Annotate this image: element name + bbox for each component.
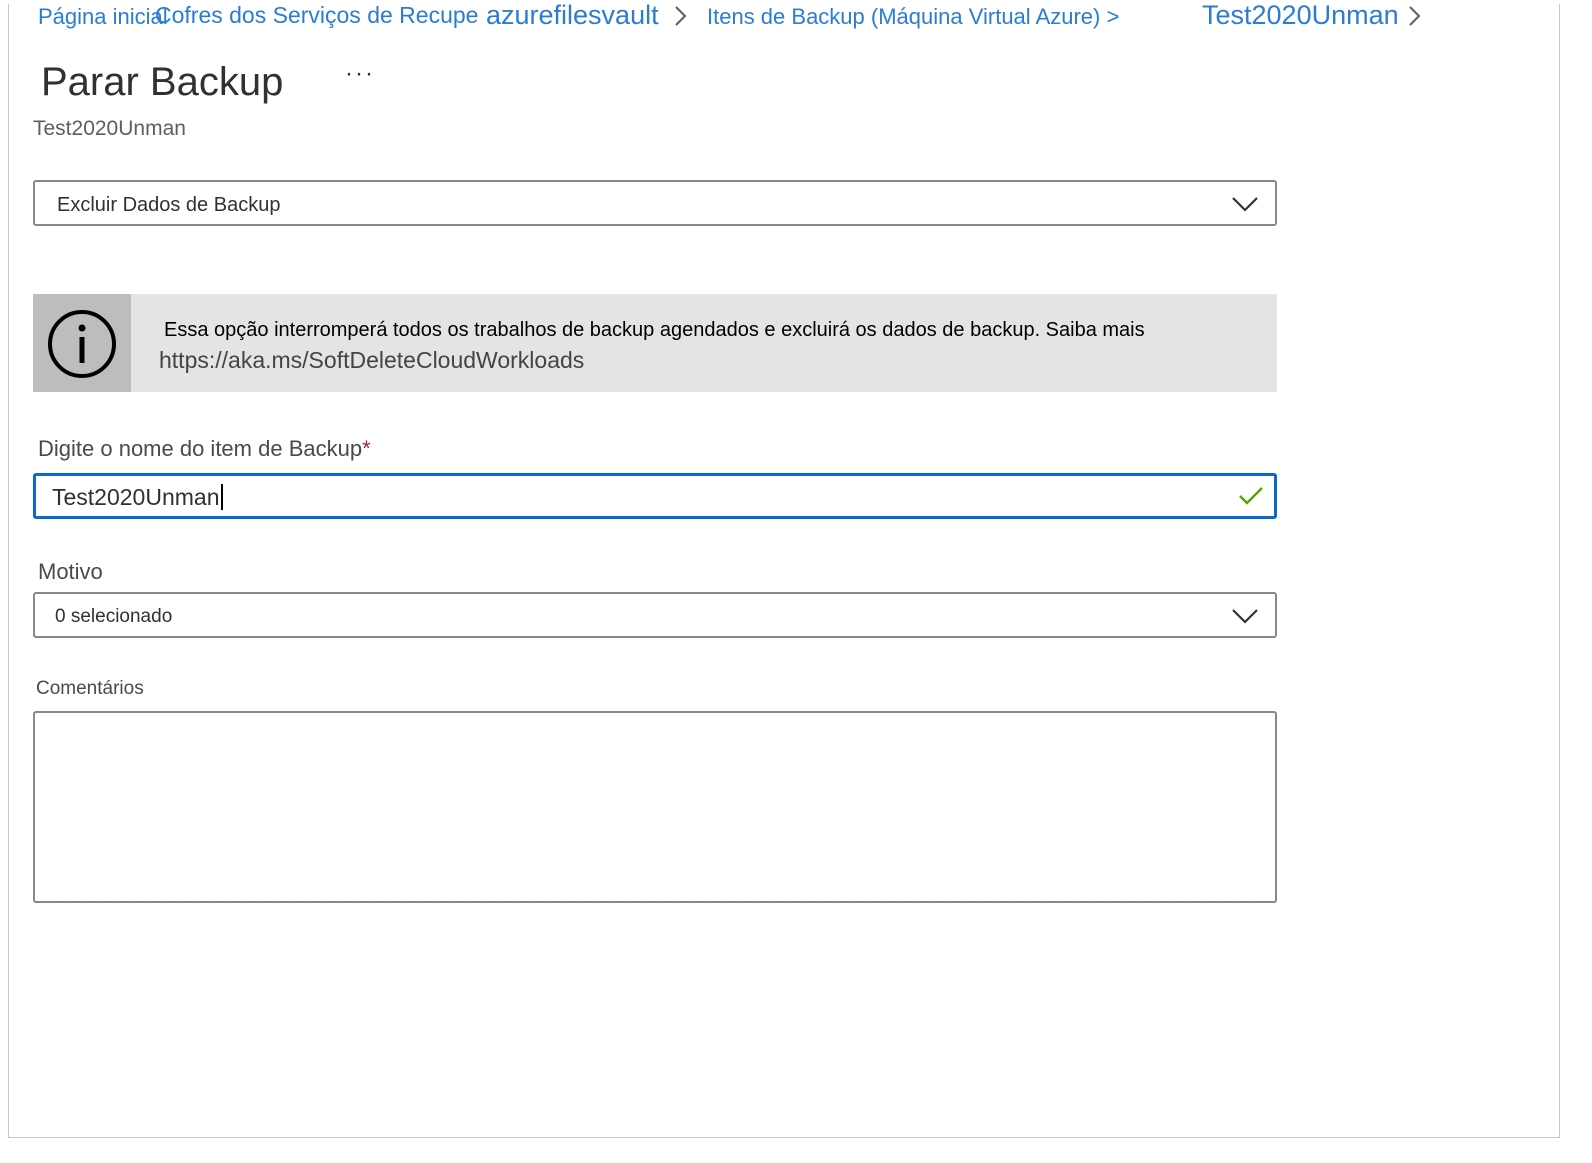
- stop-backup-option-value: Excluir Dados de Backup: [57, 194, 281, 216]
- item-name-label-text: Digite o nome do item de Backup: [38, 436, 363, 461]
- reason-label: Motivo: [38, 559, 103, 584]
- chevron-right-icon: [1408, 4, 1422, 28]
- info-icon: [48, 310, 116, 378]
- info-message-text: Essa opção interromperá todos os trabalh…: [164, 319, 1145, 341]
- page-subtitle: Test2020Unman: [33, 117, 186, 140]
- info-icon-box: [33, 294, 131, 392]
- info-learn-more-link[interactable]: https://aka.ms/SoftDeleteCloudWorkloads: [159, 347, 584, 374]
- item-name-input[interactable]: Test2020Unman: [33, 473, 1277, 519]
- comments-label: Comentários: [36, 678, 144, 699]
- blade-frame: [8, 4, 1560, 1138]
- chevron-down-icon: [1231, 192, 1259, 219]
- breadcrumb-home-link[interactable]: Página inicial: [38, 4, 168, 30]
- breadcrumb-vault-link[interactable]: azurefilesvault: [486, 0, 659, 31]
- more-options-button[interactable]: ···: [345, 60, 375, 88]
- text-caret: [220, 484, 223, 510]
- breadcrumb-items-link[interactable]: Itens de Backup (Máquina Virtual Azure) …: [707, 4, 1119, 30]
- checkmark-icon: [1238, 485, 1264, 512]
- required-asterisk: *: [362, 436, 371, 461]
- info-message-bar: Essa opção interromperá todos os trabalh…: [33, 294, 1277, 392]
- item-name-value: Test2020Unman: [52, 484, 220, 510]
- item-name-label: Digite o nome do item de Backup*: [38, 436, 371, 462]
- chevron-right-icon: [674, 4, 688, 28]
- chevron-down-icon: [1231, 604, 1259, 631]
- breadcrumb-item-link[interactable]: Test2020Unman: [1202, 0, 1399, 31]
- comments-textarea[interactable]: [33, 711, 1277, 903]
- breadcrumb-vaults-link[interactable]: Cofres dos Serviços de Recupe: [155, 2, 478, 29]
- stop-backup-option-dropdown[interactable]: Excluir Dados de Backup: [33, 180, 1277, 226]
- page-title: Parar Backup: [41, 60, 284, 104]
- reason-value: 0 selecionado: [55, 606, 173, 627]
- reason-dropdown[interactable]: 0 selecionado: [33, 592, 1277, 638]
